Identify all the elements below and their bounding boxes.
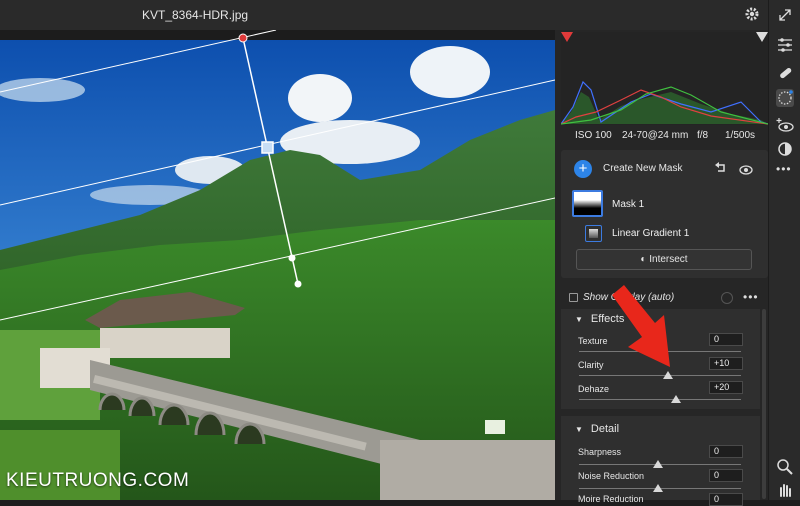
mask-1-label[interactable]: Mask 1 [612,199,644,210]
zoom-icon[interactable] [776,458,794,476]
gear-icon[interactable] [744,6,760,27]
gradient-midpoint-handle[interactable] [288,254,296,262]
exif-aperture: f/8 [697,130,709,141]
create-new-mask-label[interactable]: Create New Mask [603,163,682,174]
chevron-down-icon[interactable]: ▼ [575,425,583,434]
gradient-end-handle[interactable] [294,280,302,288]
mask-list: + Create New Mask Mask 1 Linear Gradient… [561,150,768,278]
photo-canvas[interactable]: KIEUTRUONG.COM [0,30,555,500]
photo-image [0,30,555,500]
adjust-sliders-icon[interactable] [776,36,794,54]
noise-reduction-label: Noise Reduction [578,471,645,481]
intersect-icon: ◐ [640,254,647,265]
rotation-handle-icon[interactable] [238,33,248,43]
linear-gradient-label[interactable]: Linear Gradient 1 [612,228,689,239]
collapse-icon[interactable] [776,6,794,24]
clarity-label: Clarity [578,360,604,370]
top-bar: KVT_8364-HDR.jpg [0,0,768,30]
more-options-icon[interactable]: ••• [743,290,759,304]
red-eye-icon[interactable] [776,116,794,134]
eye-icon[interactable] [739,162,753,180]
gradient-center-handle[interactable] [261,141,274,154]
watermark-text: KIEUTRUONG.COM [6,470,190,491]
texture-label: Texture [578,336,608,346]
sharpness-value[interactable]: 0 [709,445,743,458]
sharpness-label: Sharpness [578,447,622,457]
texture-value[interactable]: 0 [709,333,743,346]
detail-header[interactable]: ▼ Detail [575,423,619,435]
exif-bar: ISO 100 24-70@24 mm f/8 1/500s [555,126,768,148]
moire-reduction-label: Moire Reduction [578,494,644,504]
chevron-down-icon[interactable]: ▼ [575,315,583,324]
tool-strip: ••• [768,0,800,500]
sharpness-slider-thumb[interactable] [653,460,663,468]
annotation-arrow-icon [612,285,670,367]
exif-lens: 24-70@24 mm [622,130,689,141]
exif-iso: ISO 100 [575,130,612,141]
add-mask-button[interactable]: + [574,160,592,178]
linear-gradient-icon[interactable] [585,225,602,242]
intersect-button[interactable]: ◐ Intersect [576,249,752,270]
intersect-label: Intersect [649,254,688,265]
noise-reduction-slider-thumb[interactable] [653,484,663,492]
clarity-value[interactable]: +10 [709,357,743,370]
presets-icon[interactable] [776,140,794,158]
file-title: KVT_8364-HDR.jpg [142,8,249,22]
noise-reduction-value[interactable]: 0 [709,469,743,482]
histogram [560,32,769,125]
panel-scrollbar[interactable] [762,309,766,499]
undo-icon[interactable] [714,160,728,179]
masking-icon[interactable] [776,89,794,107]
show-overlay-checkbox[interactable] [569,293,578,302]
dehaze-slider-track[interactable] [579,399,741,400]
dehaze-value[interactable]: +20 [709,381,743,394]
exif-shutter: 1/500s [725,130,756,141]
more-tools-icon[interactable]: ••• [776,162,794,180]
detail-section: ▼ Detail Sharpness 0 Noise Reduction 0 Mo… [561,416,760,506]
clarity-slider-thumb[interactable] [663,371,673,379]
overlay-color-icon[interactable] [721,292,733,304]
masking-panel: ISO 100 24-70@24 mm f/8 1/500s + Create … [555,30,769,506]
mask-thumbnail[interactable] [572,190,603,217]
clarity-slider-track[interactable] [579,375,741,376]
detail-title: Detail [590,423,620,435]
hand-icon[interactable] [776,480,794,498]
dehaze-label: Dehaze [578,384,610,394]
healing-brush-icon[interactable] [776,64,794,82]
dehaze-slider-thumb[interactable] [671,395,681,403]
